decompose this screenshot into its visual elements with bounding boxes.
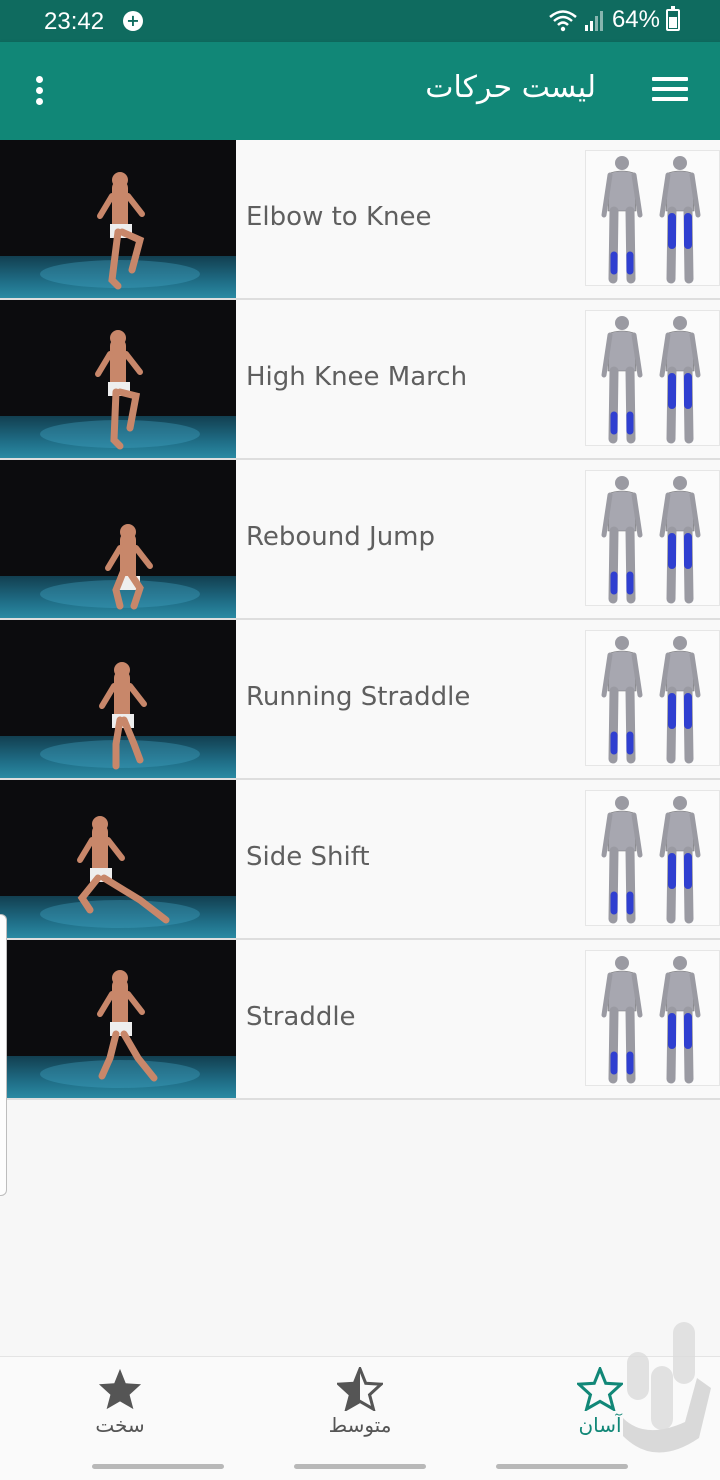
muscle-map-icon (585, 950, 720, 1086)
exercise-name: High Knee March (246, 362, 468, 392)
exercise-thumbnail (0, 780, 236, 938)
muscle-map-icon (585, 790, 720, 926)
wifi-icon (549, 10, 577, 32)
nav-label-medium: متوسط (328, 1413, 392, 1437)
star-filled-icon (98, 1368, 142, 1410)
bottom-navigation: سخت متوسط آسان (0, 1356, 720, 1480)
more-vertical-icon[interactable] (30, 76, 48, 108)
nav-item-medium[interactable]: متوسط (300, 1367, 420, 1447)
exercise-row[interactable]: Rebound Jump (0, 460, 720, 620)
hamburger-menu-icon[interactable] (652, 77, 688, 105)
battery-percent: 64% (611, 6, 660, 33)
exercise-name: Straddle (246, 1002, 356, 1032)
exercise-name: Rebound Jump (246, 522, 436, 552)
muscle-map-icon (585, 310, 720, 446)
muscle-map-icon (585, 630, 720, 766)
exercise-name: Elbow to Knee (246, 202, 432, 232)
nav-label-hard: سخت (95, 1413, 145, 1437)
exercise-row[interactable]: Straddle (0, 940, 720, 1100)
exercise-row[interactable]: Elbow to Knee (0, 140, 720, 300)
exercise-list: Elbow to Knee High Knee March Rebound Jump… (0, 140, 720, 1100)
gesture-bar-left (92, 1464, 224, 1469)
page-title: لیست حرکات (425, 70, 596, 105)
status-bar: 23:42 + 64% (0, 0, 720, 42)
exercise-thumbnail (0, 300, 236, 458)
battery-charging-icon (666, 6, 680, 31)
exercise-thumbnail (0, 620, 236, 778)
status-indicators: 64% (548, 6, 680, 34)
exercise-row[interactable]: High Knee March (0, 300, 720, 460)
plus-badge-icon: + (123, 11, 143, 31)
watermark-logo (623, 1322, 711, 1453)
exercise-name: Running Straddle (246, 682, 471, 712)
exercise-row[interactable]: Side Shift (0, 780, 720, 940)
screen: 23:42 + 64% لیست حرکات Elbow to Knee High (0, 0, 720, 1480)
exercise-thumbnail (0, 460, 236, 618)
edge-panel-handle[interactable] (0, 914, 7, 1196)
exercise-name: Side Shift (246, 842, 370, 872)
exercise-thumbnail (0, 140, 236, 298)
status-time: 23:42 (44, 8, 105, 35)
exercise-row[interactable]: Running Straddle (0, 620, 720, 780)
gesture-bar-center (294, 1464, 426, 1469)
star-half-icon (337, 1367, 383, 1411)
gesture-bar-right (496, 1464, 628, 1469)
app-bar: لیست حرکات (0, 42, 720, 140)
signal-icon (584, 11, 603, 31)
nav-item-hard[interactable]: سخت (60, 1367, 180, 1447)
muscle-map-icon (585, 470, 720, 606)
exercise-thumbnail (0, 940, 236, 1098)
muscle-map-icon (585, 150, 720, 286)
